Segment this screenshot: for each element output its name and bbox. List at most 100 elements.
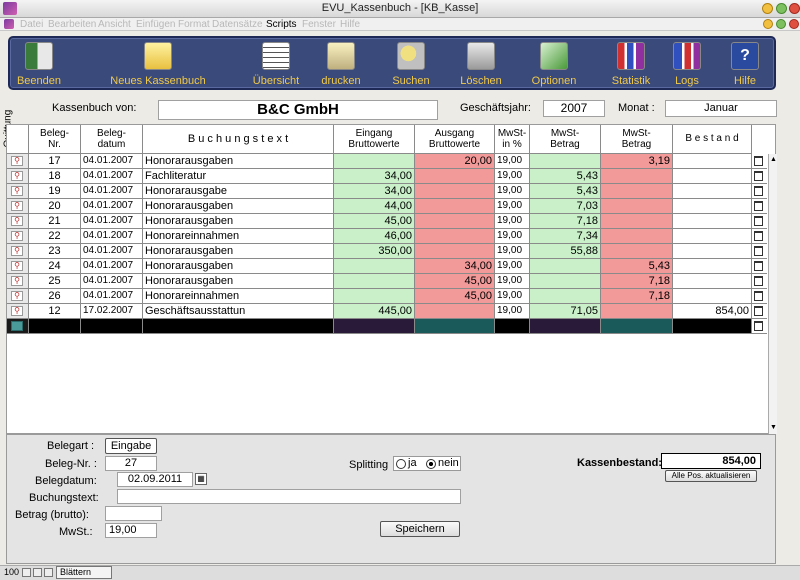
mwst-cell[interactable]: 19,00 [495, 304, 530, 319]
eingang-cell[interactable] [334, 274, 415, 289]
belegnr-field[interactable]: 27 [105, 456, 157, 471]
buchungstext-cell[interactable]: Honorareinnahmen [143, 229, 334, 244]
beleg-nr-cell[interactable]: 25 [29, 274, 81, 289]
belegdatum-cell[interactable]: 04.01.2007 [81, 259, 143, 274]
mwst-betrag-eingang-cell[interactable]: 55,88 [530, 244, 601, 259]
mwst-betrag-ausgang-cell[interactable] [601, 184, 673, 199]
save-button[interactable]: Speichern [380, 521, 460, 537]
beleg-nr-cell[interactable]: 12 [29, 304, 81, 319]
mode-select[interactable]: Blättern [56, 566, 112, 579]
receipt-icon[interactable]: ⚲ [11, 156, 23, 166]
belegdatum-field[interactable]: 02.09.2011 [117, 472, 193, 487]
scroll-down-icon[interactable]: ▼ [770, 424, 777, 431]
mwst-betrag-ausgang-cell[interactable]: 3,19 [601, 154, 673, 169]
mwst-cell[interactable]: 19,00 [495, 289, 530, 304]
receipt-icon[interactable]: ⚲ [11, 276, 23, 286]
ausgang-cell[interactable]: 45,00 [415, 289, 495, 304]
menu-einfuegen[interactable]: Einfügen [136, 18, 175, 31]
eingang-cell[interactable] [334, 154, 415, 169]
ausgang-cell[interactable]: 34,00 [415, 259, 495, 274]
quittung-cell[interactable]: ⚲ [7, 304, 29, 319]
delete-row-button[interactable] [752, 229, 767, 244]
buchungstext-cell[interactable]: Honorareinnahmen [143, 289, 334, 304]
eingang-cell[interactable]: 46,00 [334, 229, 415, 244]
status-toggle-icon[interactable] [44, 568, 53, 577]
doc-maximize-icon[interactable] [776, 19, 786, 29]
ausgang-cell[interactable] [415, 169, 495, 184]
menu-scripts[interactable]: Scripts [266, 18, 297, 31]
ausgang-cell[interactable]: 20,00 [415, 154, 495, 169]
beleg-nr-cell[interactable]: 21 [29, 214, 81, 229]
receipt-icon[interactable]: ⚲ [11, 171, 23, 181]
menu-fenster[interactable]: Fenster [302, 18, 336, 31]
belegdatum-cell[interactable]: 04.01.2007 [81, 199, 143, 214]
eingang-cell[interactable] [334, 289, 415, 304]
bestand-cell[interactable] [673, 199, 752, 214]
mwst-cell[interactable]: 19,00 [495, 199, 530, 214]
menu-hilfe[interactable]: Hilfe [340, 18, 360, 31]
scroll-up-icon[interactable]: ▲ [770, 156, 777, 163]
mwst-cell[interactable]: 19,00 [495, 184, 530, 199]
menu-datensaetze[interactable]: Datensätze [212, 18, 263, 31]
beleg-nr-cell[interactable]: 24 [29, 259, 81, 274]
delete-row-button[interactable] [752, 169, 767, 184]
ausgang-cell[interactable] [415, 304, 495, 319]
table-row[interactable]: ⚲ 26 04.01.2007 Honorareinnahmen 45,00 19,00 7… [7, 289, 767, 304]
mwst-betrag-ausgang-cell[interactable] [601, 229, 673, 244]
month-field[interactable]: Januar [665, 100, 777, 117]
buchungstext-cell[interactable]: Fachliteratur [143, 169, 334, 184]
ausgang-cell[interactable]: 45,00 [415, 274, 495, 289]
ausgang-cell[interactable] [415, 214, 495, 229]
beleg-nr-cell[interactable]: 22 [29, 229, 81, 244]
year-field[interactable]: 2007 [543, 100, 605, 117]
buchungstext-cell[interactable]: Honorarausgaben [143, 154, 334, 169]
eingang-cell[interactable]: 34,00 [334, 169, 415, 184]
belegdatum-cell[interactable]: 04.01.2007 [81, 289, 143, 304]
delete-row-button[interactable] [752, 319, 767, 334]
optionen-button[interactable]: Optionen [526, 38, 582, 90]
mwst-cell[interactable]: 19,00 [495, 214, 530, 229]
mwst-betrag-eingang-cell[interactable]: 7,18 [530, 214, 601, 229]
betrag-field[interactable] [105, 506, 162, 521]
mwst-betrag-eingang-cell[interactable] [530, 259, 601, 274]
table-scrollbar[interactable]: ▲ ▼ [768, 154, 777, 434]
mwst-betrag-ausgang-cell[interactable] [601, 199, 673, 214]
mwst-betrag-eingang-cell[interactable] [530, 289, 601, 304]
ausgang-cell[interactable] [415, 229, 495, 244]
maximize-icon[interactable] [776, 3, 787, 14]
mwst-betrag-eingang-cell[interactable]: 7,34 [530, 229, 601, 244]
mwst-betrag-ausgang-cell[interactable] [601, 244, 673, 259]
buchungstext-cell[interactable]: Honorarausgaben [143, 259, 334, 274]
mwst-cell[interactable]: 19,00 [495, 169, 530, 184]
calendar-icon[interactable]: ▦ [195, 473, 207, 485]
quittung-cell[interactable]: ⚲ [7, 244, 29, 259]
doc-minimize-icon[interactable] [763, 19, 773, 29]
mwst-cell[interactable]: 19,00 [495, 244, 530, 259]
quittung-cell[interactable]: ⚲ [7, 229, 29, 244]
table-row[interactable]: ⚲ 12 17.02.2007 Geschäftsausstattun 445,00 19… [7, 304, 767, 319]
table-row[interactable]: ⚲ 23 04.01.2007 Honorarausgaben 350,00 19,00 5… [7, 244, 767, 259]
bestand-cell[interactable] [673, 274, 752, 289]
belegart-field[interactable]: Eingabe [105, 438, 157, 454]
splitting-ja-radio[interactable] [396, 459, 406, 469]
belegdatum-cell[interactable]: 04.01.2007 [81, 184, 143, 199]
eingang-cell[interactable]: 445,00 [334, 304, 415, 319]
quittung-cell[interactable]: ⚲ [7, 259, 29, 274]
receipt-icon[interactable]: ⚲ [11, 291, 23, 301]
table-row[interactable]: ⚲ 19 04.01.2007 Honorarausgabe 34,00 19,00 5,4… [7, 184, 767, 199]
delete-row-button[interactable] [752, 184, 767, 199]
ausgang-cell[interactable] [415, 184, 495, 199]
table-row[interactable]: ⚲ 18 04.01.2007 Fachliteratur 34,00 19,00 5,43 [7, 169, 767, 184]
bestand-cell[interactable]: 854,00 [673, 304, 752, 319]
splitting-nein-radio[interactable] [426, 459, 436, 469]
belegdatum-cell[interactable]: 04.01.2007 [81, 154, 143, 169]
mwst-betrag-ausgang-cell[interactable]: 5,43 [601, 259, 673, 274]
table-row[interactable]: ⚲ 24 04.01.2007 Honorarausgaben 34,00 19,00 5,… [7, 259, 767, 274]
mwst-betrag-eingang-cell[interactable] [530, 274, 601, 289]
zoom-level[interactable]: 100 [4, 567, 19, 577]
minimize-icon[interactable] [762, 3, 773, 14]
bestand-cell[interactable] [673, 154, 752, 169]
beleg-nr-cell[interactable]: 18 [29, 169, 81, 184]
quittung-cell[interactable]: ⚲ [7, 214, 29, 229]
drucken-button[interactable]: drucken [316, 38, 366, 90]
